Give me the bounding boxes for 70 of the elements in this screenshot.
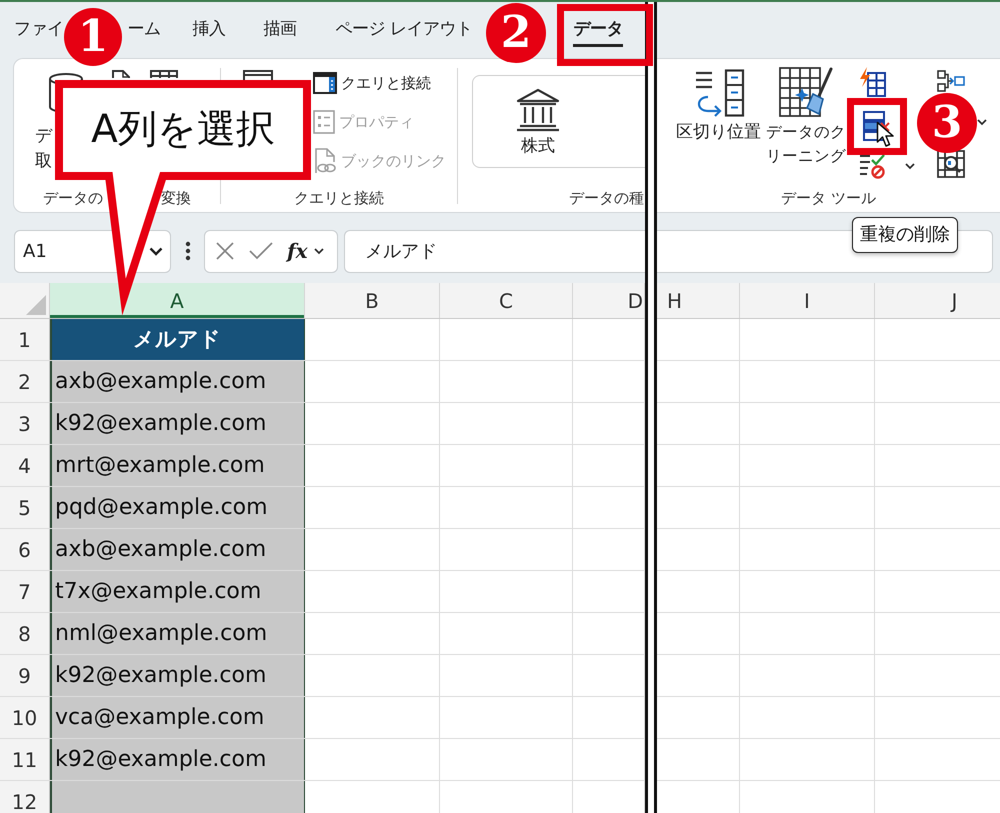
header-cell: メルアド xyxy=(50,319,305,360)
window-icon[interactable] xyxy=(243,70,273,80)
data-cleaning-button[interactable]: データのク リーニング xyxy=(766,59,846,168)
ribbon-tab[interactable]: 描画 xyxy=(264,13,296,47)
caret-icon[interactable] xyxy=(905,162,915,170)
row-header[interactable]: 8 xyxy=(0,613,50,654)
ribbon-tab[interactable]: ページ レイアウト xyxy=(336,13,472,47)
table-cell: k92@example.com xyxy=(50,403,305,444)
table-cell: t7x@example.com xyxy=(50,571,305,612)
triangle-icon xyxy=(26,295,46,315)
row-header[interactable]: 12 xyxy=(0,781,50,813)
grid-magnifier-icon[interactable] xyxy=(937,150,965,178)
table-cell: k92@example.com xyxy=(50,655,305,696)
row-header[interactable]: 1 xyxy=(0,319,50,360)
mouse-pointer-icon xyxy=(876,121,896,148)
row-header[interactable]: 6 xyxy=(0,529,50,570)
insert-function-button[interactable]: fx xyxy=(287,239,308,263)
group-label: データの xyxy=(43,188,103,209)
table-cell: axb@example.com xyxy=(50,361,305,402)
tooltip: 重複の削除 xyxy=(852,217,958,253)
column-header[interactable]: J xyxy=(875,283,1000,318)
table-cell: k92@example.com xyxy=(50,739,305,780)
caret-icon[interactable] xyxy=(977,119,987,126)
column-header[interactable]: A xyxy=(50,283,305,318)
panel-icon xyxy=(313,72,337,94)
table-cell: nml@example.com xyxy=(50,613,305,654)
group-label: 変換 xyxy=(161,188,191,209)
arrow-boxes-icon[interactable] xyxy=(937,70,965,92)
bank-icon xyxy=(515,88,561,132)
formula-field[interactable]: メルアド xyxy=(344,230,645,272)
caret-icon[interactable] xyxy=(149,246,163,256)
row-header[interactable]: 2 xyxy=(0,361,50,402)
get-data-button[interactable]: デ 取 xyxy=(35,124,52,174)
ribbon-command[interactable]: クエリと接続 xyxy=(313,70,431,96)
check-list-icon[interactable] xyxy=(858,153,886,179)
document-link-icon xyxy=(313,148,337,174)
row-header[interactable]: 11 xyxy=(0,739,50,780)
table-cell: vca@example.com xyxy=(50,697,305,738)
row-header[interactable]: 7 xyxy=(0,571,50,612)
group-label: データの種 xyxy=(569,188,644,209)
column-header[interactable]: H xyxy=(657,283,740,318)
group-label: クエリと接続 xyxy=(294,188,384,209)
ribbon-tab[interactable]: ファイ xyxy=(14,13,64,47)
caret-icon[interactable] xyxy=(314,248,324,254)
table-cell: pqd@example.com xyxy=(50,487,305,528)
ribbon-tab[interactable]: ーム xyxy=(128,13,160,47)
column-header[interactable]: B xyxy=(305,283,440,318)
column-header[interactable]: I xyxy=(740,283,875,318)
document-icon[interactable] xyxy=(112,70,130,78)
cancel-icon[interactable] xyxy=(215,241,235,261)
ribbon-tab[interactable]: データ xyxy=(573,13,623,47)
row-header[interactable]: 9 xyxy=(0,655,50,696)
grid-brush-icon xyxy=(778,66,834,118)
lightning-grid-icon[interactable] xyxy=(858,67,886,97)
group-label: データ ツール xyxy=(781,188,876,209)
callout-text: A列を選択 xyxy=(91,107,275,153)
row-header[interactable]: 4 xyxy=(0,445,50,486)
row-header[interactable]: 5 xyxy=(0,487,50,528)
check-icon[interactable] xyxy=(249,242,273,260)
row-header[interactable]: 3 xyxy=(0,403,50,444)
row-header[interactable]: 10 xyxy=(0,697,50,738)
ribbon-tab[interactable]: 挿入 xyxy=(192,13,226,47)
more-icon[interactable] xyxy=(185,241,191,261)
list-icon xyxy=(313,110,335,134)
table-cell: mrt@example.com xyxy=(50,445,305,486)
table-icon[interactable] xyxy=(150,70,178,78)
column-header[interactable]: C xyxy=(440,283,573,318)
table-cell: axb@example.com xyxy=(50,529,305,570)
stocks-button[interactable]: 株式 xyxy=(473,76,603,158)
text-to-columns-button[interactable]: 区切り位置 xyxy=(672,59,765,144)
